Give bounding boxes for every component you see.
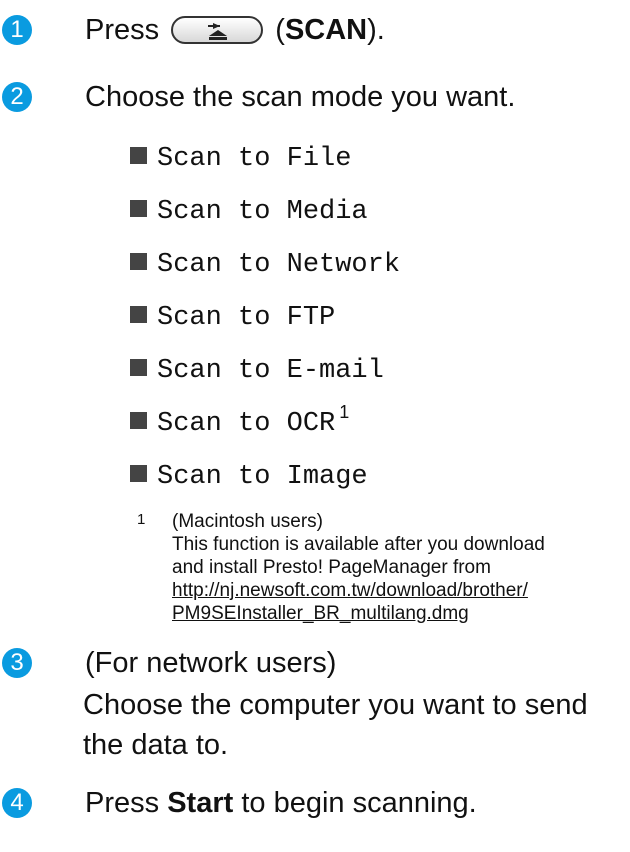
step-2-number: 2: [2, 82, 32, 112]
step-3-text: Choose the computer you want to send: [83, 685, 588, 725]
footnote-line: and install Presto! PageManager from: [172, 557, 491, 578]
scan-mode-label: Scan to Media: [157, 197, 368, 227]
scan-mode-item: Scan to OCR 1: [130, 398, 400, 451]
step-3-line: (For network users): [85, 647, 337, 679]
step-4-start-label: Start: [167, 787, 234, 819]
scan-mode-label: Scan to OCR: [157, 409, 336, 439]
step-4-number: 4: [2, 788, 32, 818]
scan-mode-item: Scan to Network: [130, 239, 400, 292]
step-1-prefix: Press: [85, 14, 160, 46]
scan-mode-item: Scan to E-mail: [130, 345, 400, 398]
scan-mode-item: Scan to Media: [130, 186, 400, 239]
scan-mode-label: Scan to Network: [157, 250, 401, 280]
bullet-square-icon: [130, 147, 147, 164]
step-4-suffix: to begin scanning.: [241, 787, 477, 819]
step-3-line: the data to.: [83, 729, 229, 761]
footnote-reference: 1: [339, 402, 350, 422]
bullet-square-icon: [130, 306, 147, 323]
step-1-number: 1: [2, 15, 32, 45]
footnote-mark: 1: [137, 511, 146, 528]
bullet-square-icon: [130, 200, 147, 217]
step-3-text: (For network users): [85, 643, 336, 683]
footnote-title: (Macintosh users): [172, 511, 323, 532]
step-3-text: the data to.: [83, 725, 228, 765]
bullet-square-icon: [130, 465, 147, 482]
scan-mode-label: Scan to Image: [157, 462, 368, 492]
step-3-line: Choose the computer you want to send: [83, 689, 588, 721]
step-1-button-name: SCAN: [284, 14, 368, 46]
scan-mode-label: Scan to File: [157, 144, 352, 174]
step-4-prefix: Press: [85, 787, 160, 819]
footnote-body: (Macintosh users) This function is avail…: [172, 510, 607, 625]
step-4-text: Press Start to begin scanning.: [85, 783, 477, 823]
scan-button[interactable]: [171, 16, 264, 44]
scan-mode-item: Scan to File: [130, 133, 400, 186]
step-1-text: Press (SCAN).: [85, 10, 385, 50]
scan-mode-label: Scan to FTP: [157, 303, 336, 333]
scan-tray-icon: [208, 23, 228, 40]
scan-mode-item: Scan to FTP: [130, 292, 400, 345]
step-2-text: Choose the scan mode you want.: [85, 81, 516, 113]
bullet-square-icon: [130, 253, 147, 270]
step-1-paren-open: (: [275, 14, 285, 46]
scan-mode-list: Scan to File Scan to Media Scan to Netwo…: [130, 133, 400, 504]
step-3-number: 3: [2, 648, 32, 678]
footnote-link[interactable]: PM9SEInstaller_BR_multilang.dmg: [172, 602, 607, 625]
footnote-line: This function is available after you dow…: [172, 534, 545, 555]
step-1-suffix: ).: [367, 14, 385, 46]
footnote-link[interactable]: http://nj.newsoft.com.tw/download/brothe…: [172, 579, 607, 602]
scan-mode-item: Scan to Image: [130, 451, 400, 504]
bullet-square-icon: [130, 359, 147, 376]
footnote: 1 (Macintosh users) This function is ava…: [137, 510, 607, 625]
bullet-square-icon: [130, 412, 147, 429]
scan-mode-label: Scan to E-mail: [157, 356, 384, 386]
